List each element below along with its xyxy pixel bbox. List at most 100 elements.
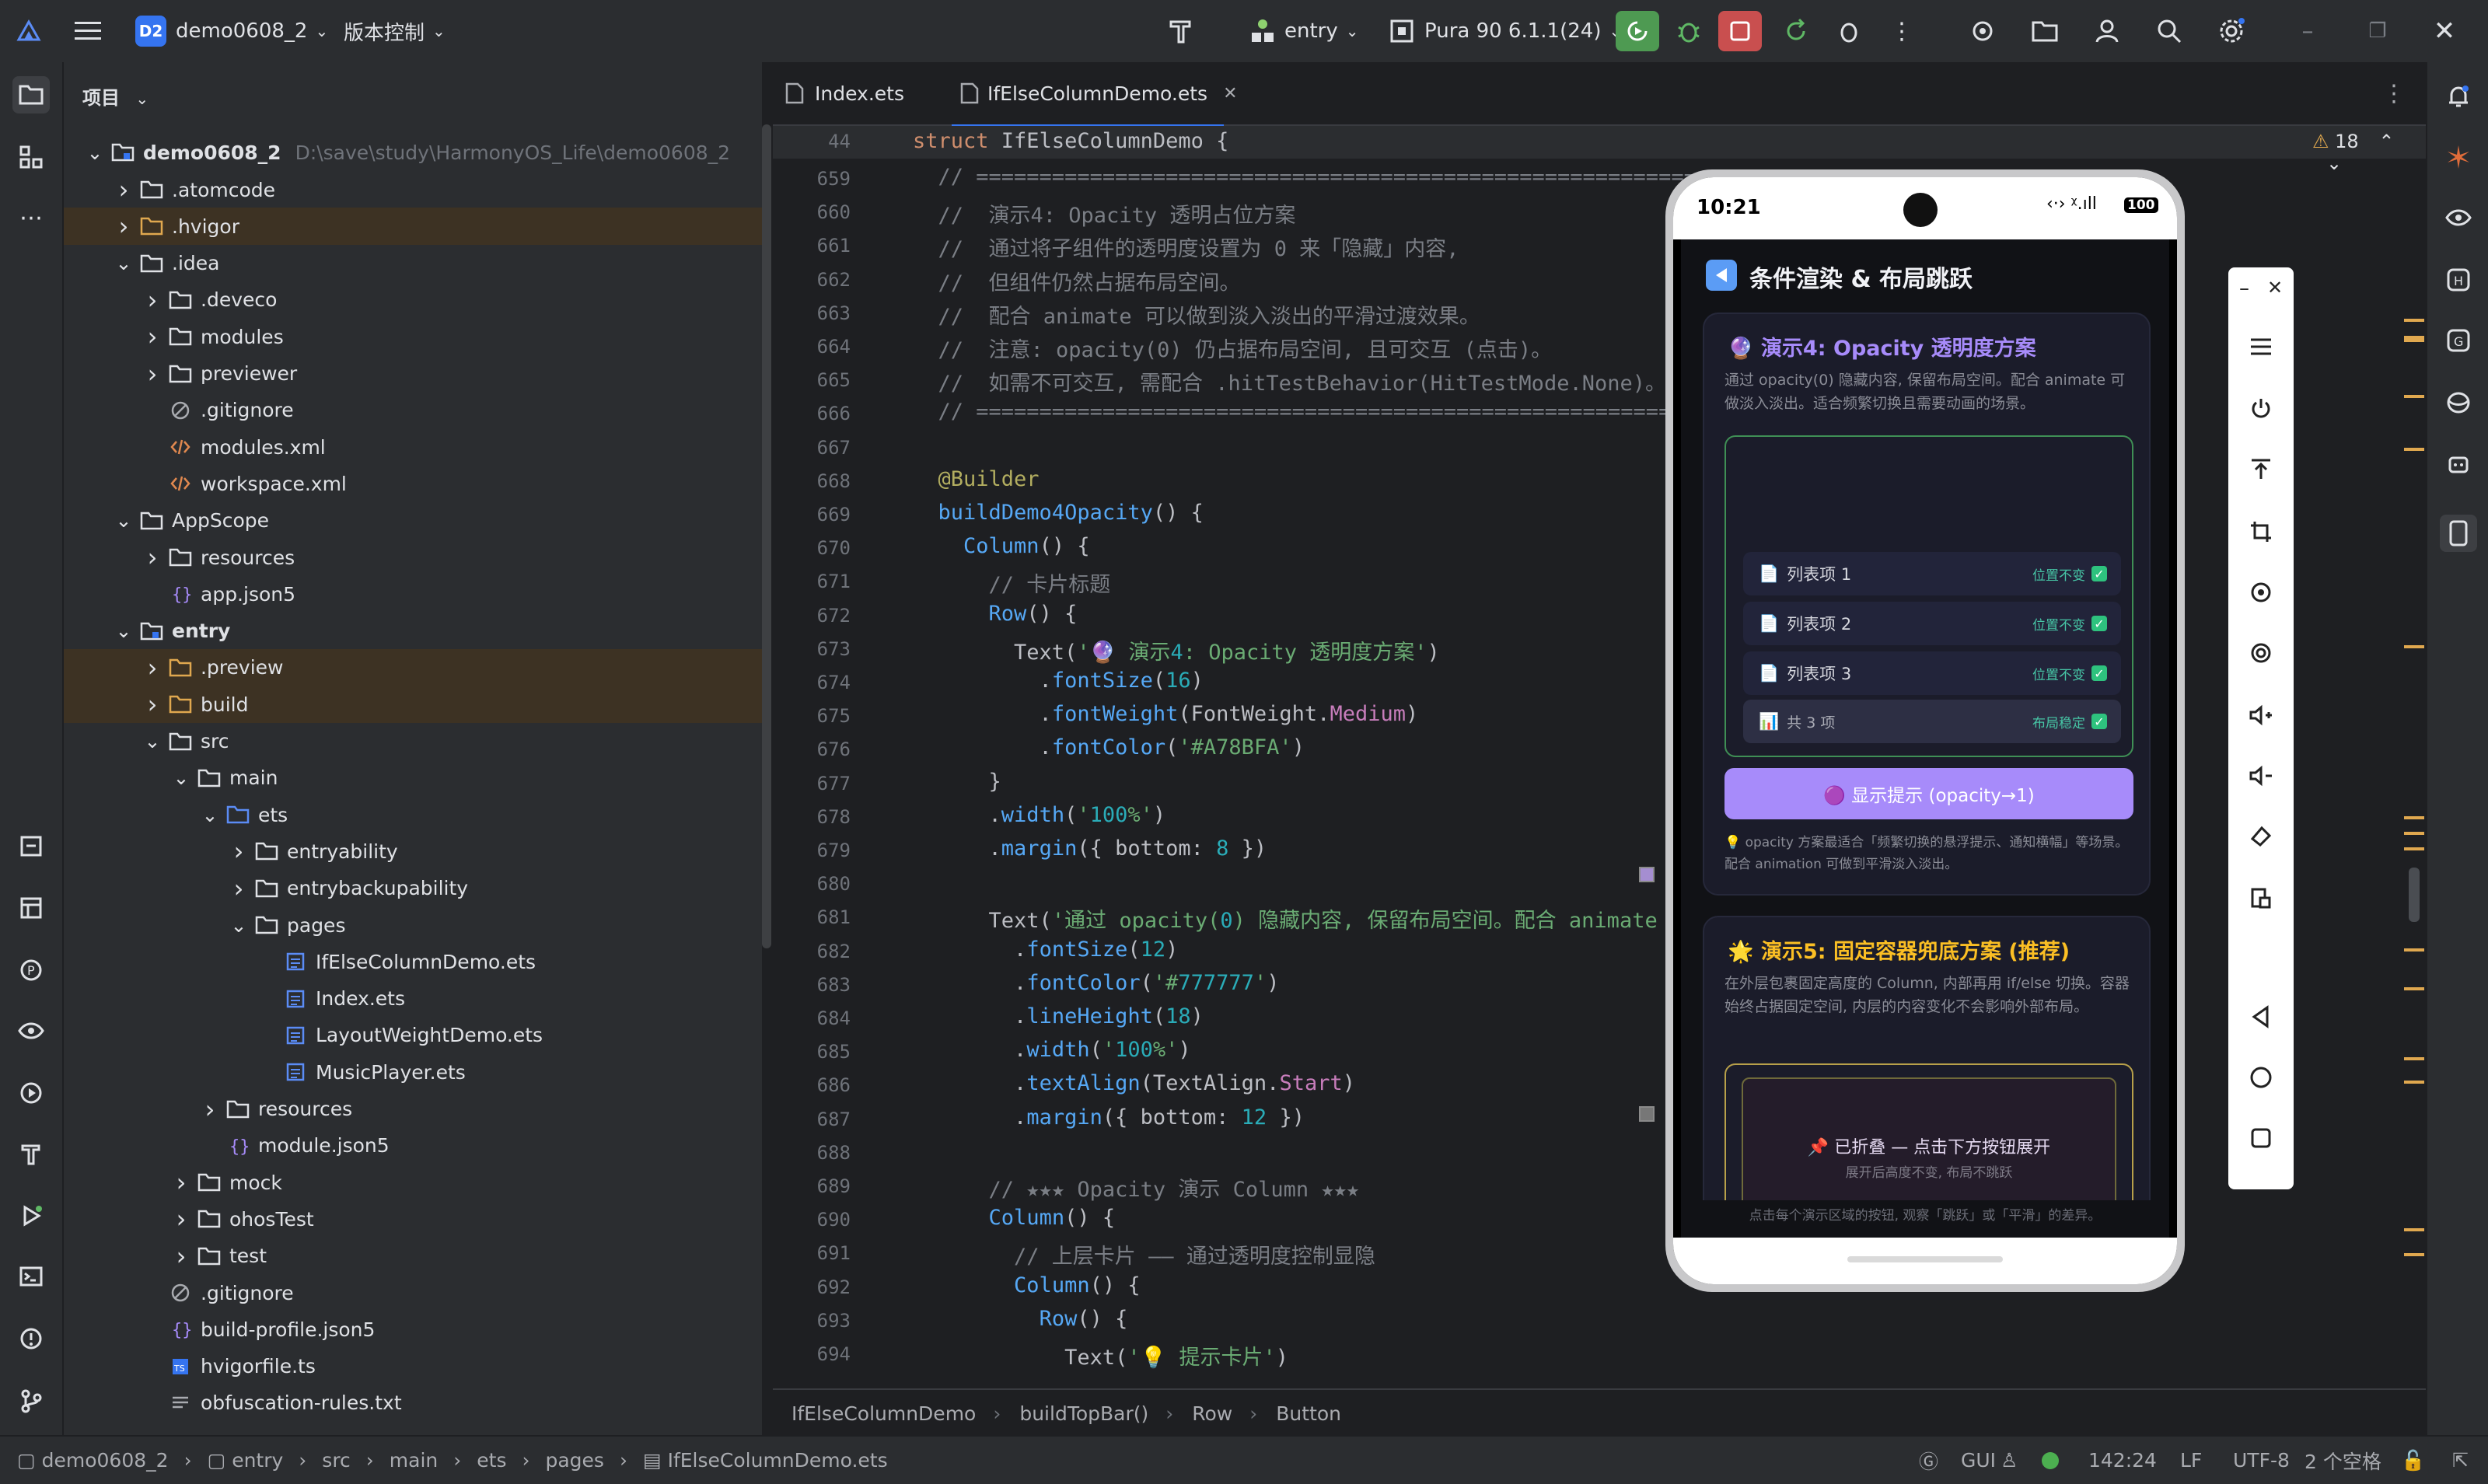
project-selector[interactable]: D2 demo0608_2 ⌄ bbox=[135, 12, 328, 50]
build-hammer-icon[interactable] bbox=[1166, 12, 1197, 50]
preview-eye-icon[interactable] bbox=[2440, 199, 2477, 236]
status-crumb[interactable]: ▢ demo0608_2 bbox=[17, 1449, 169, 1472]
tree-item[interactable]: obfuscation-rules.txt bbox=[64, 1384, 762, 1422]
tree-item[interactable]: › modules bbox=[64, 318, 762, 355]
g-plugin-icon[interactable]: Ⓖ bbox=[1919, 1447, 1938, 1475]
share-icon[interactable]: ⇱ bbox=[2452, 1449, 2469, 1472]
services-icon[interactable] bbox=[12, 1074, 50, 1112]
notifications-icon[interactable] bbox=[2440, 78, 2477, 115]
structure-icon[interactable] bbox=[12, 138, 50, 176]
warning-marker[interactable] bbox=[2404, 1228, 2424, 1231]
upload-icon[interactable] bbox=[2244, 452, 2278, 487]
project-panel-header[interactable]: 项目 ⌄ bbox=[82, 82, 149, 110]
more-vertical-icon[interactable]: ⋮ bbox=[1880, 11, 1924, 51]
tree-item[interactable]: › .deveco bbox=[64, 281, 762, 319]
build-icon[interactable] bbox=[12, 1135, 50, 1172]
status-crumb[interactable]: src bbox=[322, 1449, 351, 1472]
breadcrumb-item[interactable]: Button bbox=[1276, 1402, 1341, 1425]
back-icon[interactable] bbox=[1706, 260, 1737, 291]
database-icon[interactable] bbox=[2440, 384, 2477, 421]
eraser-icon[interactable] bbox=[2244, 819, 2278, 854]
search-button[interactable] bbox=[2147, 11, 2191, 51]
tree-item[interactable]: modules.xml bbox=[64, 428, 762, 466]
account-button[interactable] bbox=[2085, 11, 2129, 51]
editor-scrollbar-thumb[interactable] bbox=[2409, 868, 2420, 922]
tree-item[interactable]: ⌄ ets bbox=[64, 796, 762, 833]
warning-marker[interactable] bbox=[2404, 339, 2424, 342]
warning-marker[interactable] bbox=[2404, 448, 2424, 451]
debug-button[interactable] bbox=[1667, 11, 1710, 51]
tree-item[interactable]: › entrybackupability bbox=[64, 870, 762, 907]
tree-item[interactable]: › test bbox=[64, 1238, 762, 1275]
screenshot-icon[interactable] bbox=[2244, 882, 2278, 916]
show-hint-button[interactable]: 🟣 显示提示 (opacity→1) bbox=[1724, 768, 2133, 819]
gui-indicator[interactable]: GUI ♙ bbox=[1961, 1449, 2018, 1472]
warning-marker[interactable] bbox=[2404, 1057, 2424, 1060]
inspector-eye-icon[interactable] bbox=[12, 1012, 50, 1049]
volume-up-icon[interactable] bbox=[2244, 698, 2278, 732]
warning-marker[interactable] bbox=[2404, 832, 2424, 835]
tree-item[interactable]: LayoutWeightDemo.ets bbox=[64, 1017, 762, 1054]
tree-item[interactable]: › .atomcode bbox=[64, 171, 762, 208]
project-folder-icon[interactable] bbox=[12, 76, 50, 113]
file-encoding[interactable]: UTF-8 bbox=[2233, 1449, 2290, 1472]
power-icon[interactable] bbox=[2244, 392, 2278, 426]
main-menu-icon[interactable] bbox=[75, 12, 101, 50]
menu-icon[interactable] bbox=[2244, 330, 2278, 364]
status-crumb[interactable]: pages bbox=[545, 1449, 603, 1472]
nav-back-icon[interactable] bbox=[2244, 1000, 2278, 1034]
tree-item[interactable]: › mock bbox=[64, 1164, 762, 1201]
lock-icon[interactable]: 🔓 bbox=[2401, 1449, 2425, 1472]
attach-debugger-button[interactable] bbox=[1827, 11, 1871, 51]
tree-item[interactable]: ⌄ src bbox=[64, 723, 762, 760]
status-crumb[interactable]: ▤ IfElseColumnDemo.ets bbox=[643, 1449, 888, 1472]
tree-item[interactable]: › .hvigor bbox=[64, 208, 762, 246]
run-icon[interactable] bbox=[12, 1197, 50, 1234]
device-mirror-icon[interactable] bbox=[2440, 515, 2477, 552]
app-logo-icon[interactable] bbox=[16, 12, 42, 50]
tree-item[interactable]: ⌄ pages bbox=[64, 906, 762, 944]
status-crumb[interactable]: ets bbox=[477, 1449, 506, 1472]
status-crumb[interactable]: ▢ entry bbox=[208, 1449, 284, 1472]
tree-item[interactable]: › ohosTest bbox=[64, 1200, 762, 1238]
ai-assistant-icon[interactable] bbox=[2440, 138, 2477, 176]
rotate-icon[interactable] bbox=[2244, 575, 2278, 609]
volume-down-icon[interactable] bbox=[2244, 759, 2278, 793]
tab-ifelsecolumndemo-ets[interactable]: IfElseColumnDemo.ets ✕ bbox=[952, 62, 1238, 127]
breadcrumb-item[interactable]: IfElseColumnDemo bbox=[791, 1402, 976, 1425]
warning-marker[interactable] bbox=[2404, 1081, 2424, 1084]
warning-marker[interactable] bbox=[2404, 987, 2424, 990]
breadcrumb-item[interactable]: Row bbox=[1192, 1402, 1232, 1425]
tree-item[interactable]: TS hvigorfile.ts bbox=[64, 1348, 762, 1385]
device-selector[interactable]: Pura 90 6.1.1(24) ⌄ bbox=[1389, 12, 1622, 50]
crop-icon[interactable] bbox=[2244, 515, 2278, 549]
tree-root[interactable]: ⌄ demo0608_2 D:\save\study\HarmonyOS_Lif… bbox=[64, 134, 762, 171]
close-icon[interactable]: ✕ bbox=[1223, 84, 1237, 103]
settings-button[interactable] bbox=[2210, 11, 2253, 51]
tree-item[interactable]: {} build-profile.json5 bbox=[64, 1311, 762, 1348]
run-button[interactable] bbox=[1616, 11, 1659, 51]
warning-marker[interactable] bbox=[2404, 948, 2424, 952]
tree-item[interactable]: IfElseColumnDemo.ets bbox=[64, 943, 762, 980]
tree-item[interactable]: ⌄ AppScope bbox=[64, 502, 762, 539]
more-horizontal-icon[interactable]: ⋯ bbox=[12, 199, 50, 236]
todo-icon[interactable] bbox=[12, 827, 50, 864]
vcs-menu[interactable]: 版本控制 ⌄ bbox=[344, 12, 446, 50]
tree-item[interactable]: workspace.xml bbox=[64, 465, 762, 502]
cursor-position[interactable]: 142:24 bbox=[2088, 1449, 2157, 1472]
tree-item[interactable]: › build bbox=[64, 686, 762, 724]
tree-item[interactable]: › resources bbox=[64, 539, 762, 576]
table-icon[interactable] bbox=[12, 889, 50, 927]
tree-item[interactable]: {} module.json5 bbox=[64, 1127, 762, 1165]
module-selector[interactable]: entry ⌄ bbox=[1249, 12, 1359, 50]
tree-item[interactable]: {} app.json5 bbox=[64, 575, 762, 613]
apply-changes-button[interactable] bbox=[1774, 11, 1818, 51]
tree-item[interactable]: › entryability bbox=[64, 833, 762, 870]
maximize-icon[interactable]: ❐ bbox=[2356, 11, 2399, 51]
warning-marker[interactable] bbox=[2404, 395, 2424, 398]
tree-item[interactable]: ⌄ main bbox=[64, 759, 762, 797]
terminal-icon[interactable] bbox=[12, 1258, 50, 1295]
robot-icon[interactable] bbox=[2440, 445, 2477, 482]
minimize-icon[interactable]: – bbox=[2286, 11, 2329, 51]
git-branch-icon[interactable] bbox=[12, 1382, 50, 1419]
